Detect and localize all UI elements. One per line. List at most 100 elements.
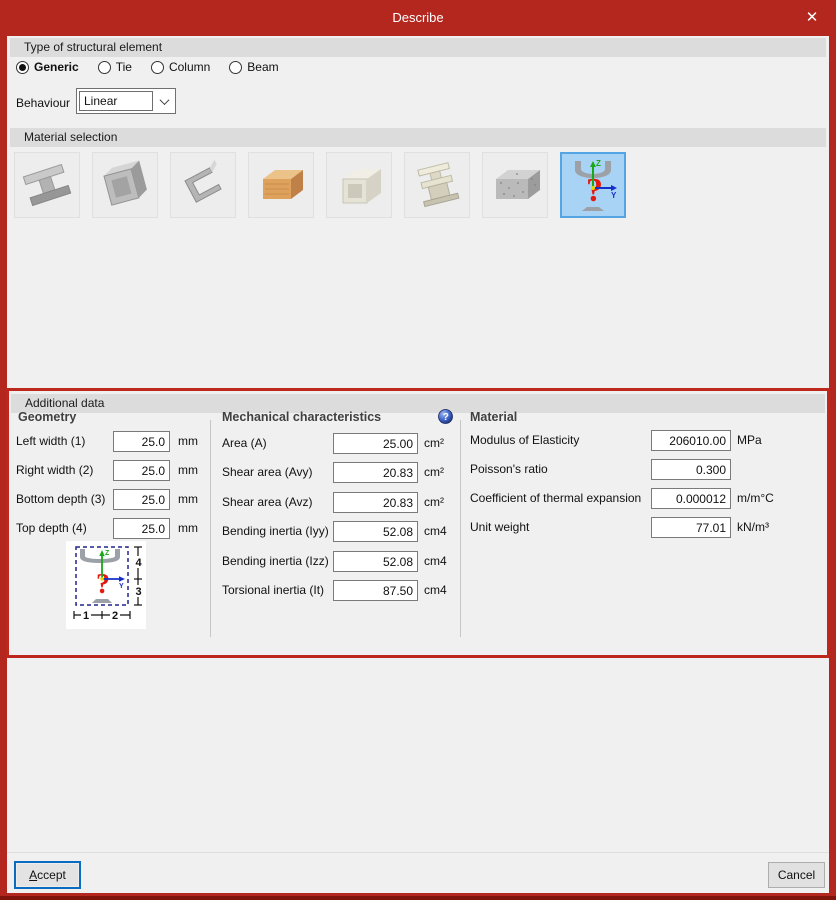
cold-formed-channel-icon xyxy=(184,159,222,203)
radio-beam-label: Beam xyxy=(247,60,279,74)
bottom-depth-unit: mm xyxy=(178,492,198,506)
shear-area-avz-unit: cm² xyxy=(424,495,444,509)
thermal-expansion-unit: m/m°C xyxy=(737,491,774,505)
material-title: Material xyxy=(470,410,518,424)
unit-weight-label: Unit weight xyxy=(470,520,530,534)
thermal-expansion-label: Coefficient of thermal expansion xyxy=(470,491,642,505)
modulus-elasticity-label: Modulus of Elasticity xyxy=(470,433,580,447)
material-tile-aluminium[interactable] xyxy=(404,152,470,218)
top-depth-label: Top depth (4) xyxy=(16,521,87,535)
torsional-inertia-unit: cm4 xyxy=(424,583,447,597)
torsional-inertia-input[interactable] xyxy=(333,580,418,601)
footer-divider xyxy=(7,852,829,853)
poissons-ratio-label: Poisson's ratio xyxy=(470,462,548,476)
shear-area-avz-input[interactable] xyxy=(333,492,418,513)
modulus-elasticity-input[interactable] xyxy=(651,430,731,451)
radio-unselected-icon xyxy=(97,60,111,74)
svg-text:?: ? xyxy=(586,172,603,209)
material-tile-rolled-steel[interactable] xyxy=(14,152,80,218)
column-divider xyxy=(210,420,211,637)
svg-text:?: ? xyxy=(443,412,449,423)
left-width-input[interactable] xyxy=(113,431,170,452)
behaviour-value: Linear xyxy=(79,91,153,111)
radio-unselected-icon xyxy=(229,60,243,74)
column-divider xyxy=(460,420,461,637)
material-tile-timber[interactable] xyxy=(248,152,314,218)
bending-inertia-iyy-label: Bending inertia (Iyy) xyxy=(222,524,329,538)
radio-tie[interactable]: Tie xyxy=(97,60,132,74)
svg-text:4: 4 xyxy=(136,557,143,569)
material-tile-concrete[interactable] xyxy=(482,152,548,218)
right-width-label: Right width (2) xyxy=(16,463,94,477)
shear-area-avy-input[interactable] xyxy=(333,462,418,483)
bottom-depth-input[interactable] xyxy=(113,489,170,510)
material-tile-welded-steel[interactable] xyxy=(92,152,158,218)
bending-inertia-iyy-input[interactable] xyxy=(333,521,418,542)
area-unit: cm² xyxy=(424,436,444,450)
material-tile-cold-formed-steel[interactable] xyxy=(170,152,236,218)
radio-column[interactable]: Column xyxy=(150,60,211,74)
close-icon[interactable]: ✕ xyxy=(798,4,826,32)
radio-unselected-icon xyxy=(150,60,164,74)
top-depth-input[interactable] xyxy=(113,518,170,539)
titlebar[interactable]: Describe ✕ xyxy=(0,0,836,36)
torsional-inertia-label: Torsional inertia (It) xyxy=(222,583,325,597)
radio-column-label: Column xyxy=(168,60,211,74)
left-width-label: Left width (1) xyxy=(16,434,86,448)
window-bottom-edge xyxy=(0,896,836,900)
mechanical-title: Mechanical characteristics xyxy=(222,410,382,424)
bending-inertia-izz-label: Bending inertia (Izz) xyxy=(222,554,329,568)
thermal-expansion-input[interactable] xyxy=(651,488,731,509)
radio-generic-label: Generic xyxy=(34,60,79,74)
chevron-down-icon xyxy=(159,94,169,105)
behaviour-select[interactable]: Linear xyxy=(76,88,176,114)
svg-text:2: 2 xyxy=(112,610,118,622)
dialog-content: Type of structural element Generic Tie C… xyxy=(6,36,830,893)
material-tiles: ? Z Y xyxy=(14,152,626,218)
concrete-block-icon xyxy=(496,170,540,199)
combo-arrow-zone[interactable] xyxy=(153,94,175,105)
shear-area-avy-label: Shear area (Avy) xyxy=(222,465,313,479)
radio-selected-icon xyxy=(16,60,29,74)
svg-text:3: 3 xyxy=(136,586,142,598)
bending-inertia-izz-input[interactable] xyxy=(333,551,418,572)
bottom-depth-label: Bottom depth (3) xyxy=(16,492,106,506)
window-title: Describe xyxy=(392,10,444,25)
modulus-elasticity-unit: MPa xyxy=(737,433,762,447)
type-section-header: Type of structural element xyxy=(10,38,826,57)
material-tile-pvc[interactable] xyxy=(326,152,392,218)
pvc-tube-icon xyxy=(342,169,381,204)
poissons-ratio-input[interactable] xyxy=(651,459,731,480)
additional-data-header: Additional data xyxy=(11,394,825,413)
right-width-input[interactable] xyxy=(113,460,170,481)
svg-text:Y: Y xyxy=(119,583,124,590)
left-width-unit: mm xyxy=(178,434,198,448)
radio-beam[interactable]: Beam xyxy=(229,60,279,74)
structural-type-options: Generic Tie Column Beam xyxy=(16,58,279,76)
describe-dialog: Describe ✕ Type of structural element Ge… xyxy=(0,0,836,900)
additional-data-section: Additional data Geometry Left width (1) … xyxy=(6,388,830,658)
right-width-unit: mm xyxy=(178,463,198,477)
help-icon[interactable]: ? xyxy=(438,409,453,424)
area-input[interactable] xyxy=(333,433,418,454)
bending-inertia-izz-unit: cm4 xyxy=(424,554,447,568)
shear-area-avy-unit: cm² xyxy=(424,465,444,479)
bending-inertia-iyy-unit: cm4 xyxy=(424,524,447,538)
material-section-header: Material selection xyxy=(10,128,826,147)
radio-generic[interactable]: Generic xyxy=(16,60,79,74)
unit-weight-input[interactable] xyxy=(651,517,731,538)
accept-button[interactable]: Accept xyxy=(14,861,81,889)
svg-text:?: ? xyxy=(96,569,110,600)
svg-text:1: 1 xyxy=(83,610,89,622)
area-label: Area (A) xyxy=(222,436,267,450)
rolled-steel-ibeam-icon xyxy=(22,163,72,207)
welded-steel-icon xyxy=(103,160,147,206)
svg-text:Z: Z xyxy=(596,159,601,168)
svg-text:Y: Y xyxy=(611,191,617,200)
radio-tie-label: Tie xyxy=(115,60,132,74)
cancel-button[interactable]: Cancel xyxy=(768,862,825,888)
top-depth-unit: mm xyxy=(178,521,198,535)
material-tile-generic-section[interactable]: ? Z Y xyxy=(560,152,626,218)
generic-section-icon: ? Z Y xyxy=(575,159,617,211)
shear-area-avz-label: Shear area (Avz) xyxy=(222,495,313,509)
